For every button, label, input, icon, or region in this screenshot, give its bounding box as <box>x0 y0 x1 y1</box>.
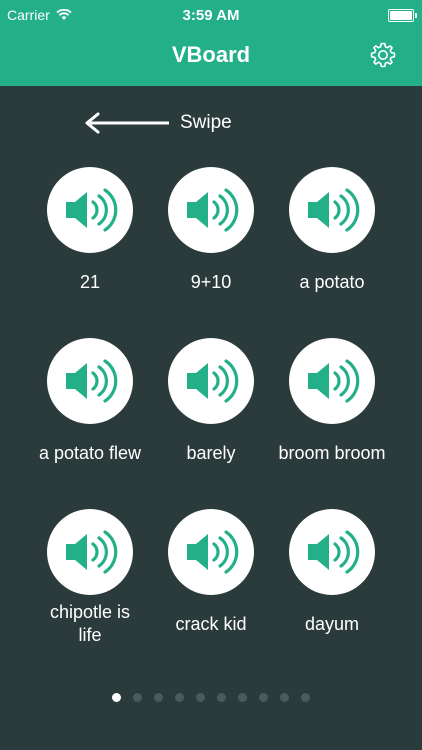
sound-label: 21 <box>79 271 101 292</box>
page-dot-active[interactable] <box>112 693 121 702</box>
sound-button-circle[interactable] <box>168 509 254 595</box>
speaker-icon <box>187 188 239 232</box>
sound-label: a potato flew <box>38 442 142 463</box>
sound-button[interactable]: broom broom <box>272 338 392 476</box>
status-bar: Carrier 3:59 AM <box>0 0 422 30</box>
sound-button-circle[interactable] <box>47 338 133 424</box>
sound-label: a potato <box>299 271 365 292</box>
battery-level <box>390 11 412 20</box>
swipe-hint-label: Swipe <box>180 112 232 133</box>
page-indicator[interactable] <box>0 693 422 702</box>
page-dot[interactable] <box>238 693 247 702</box>
sound-button[interactable]: chipotle is life <box>30 509 150 647</box>
sound-label: broom broom <box>278 442 386 463</box>
page-dot[interactable] <box>280 693 289 702</box>
swipe-hint: Swipe <box>84 108 232 138</box>
sound-label: dayum <box>304 613 360 634</box>
speaker-icon <box>308 188 360 232</box>
battery-icon <box>388 9 417 22</box>
gear-icon <box>370 42 396 68</box>
speaker-icon <box>187 530 239 574</box>
sound-button[interactable]: 9+10 <box>151 167 271 305</box>
speaker-icon <box>66 359 118 403</box>
sound-button[interactable]: a potato flew <box>30 338 150 476</box>
page-dot[interactable] <box>301 693 310 702</box>
arrow-left-icon <box>85 112 169 134</box>
sound-button[interactable]: a potato <box>272 167 392 305</box>
page-dot[interactable] <box>259 693 268 702</box>
page-dot[interactable] <box>175 693 184 702</box>
speaker-icon <box>308 359 360 403</box>
speaker-icon <box>308 530 360 574</box>
sound-button[interactable]: barely <box>151 338 271 476</box>
settings-button[interactable] <box>368 40 398 70</box>
sound-label: barely <box>186 442 236 463</box>
app-title: VBoard <box>171 42 251 67</box>
sound-button-circle[interactable] <box>289 338 375 424</box>
app-header: Carrier 3:59 AM VBoard <box>0 0 422 86</box>
sound-button[interactable]: dayum <box>272 509 392 647</box>
page-dot[interactable] <box>196 693 205 702</box>
sound-label: 9+10 <box>190 271 232 292</box>
sound-button-circle[interactable] <box>47 167 133 253</box>
sound-button[interactable]: crack kid <box>151 509 271 647</box>
speaker-icon <box>187 359 239 403</box>
sound-button-circle[interactable] <box>289 509 375 595</box>
sound-button-circle[interactable] <box>168 167 254 253</box>
speaker-icon <box>66 188 118 232</box>
page-dot[interactable] <box>154 693 163 702</box>
page-dot[interactable] <box>133 693 142 702</box>
sound-button-circle[interactable] <box>168 338 254 424</box>
sound-label: chipotle is life <box>49 602 131 645</box>
sound-button-circle[interactable] <box>289 167 375 253</box>
sound-button-circle[interactable] <box>47 509 133 595</box>
page-dot[interactable] <box>217 693 226 702</box>
speaker-icon <box>66 530 118 574</box>
sound-label: crack kid <box>175 613 247 634</box>
sound-button[interactable]: 21 <box>30 167 150 305</box>
status-time: 3:59 AM <box>182 7 240 24</box>
